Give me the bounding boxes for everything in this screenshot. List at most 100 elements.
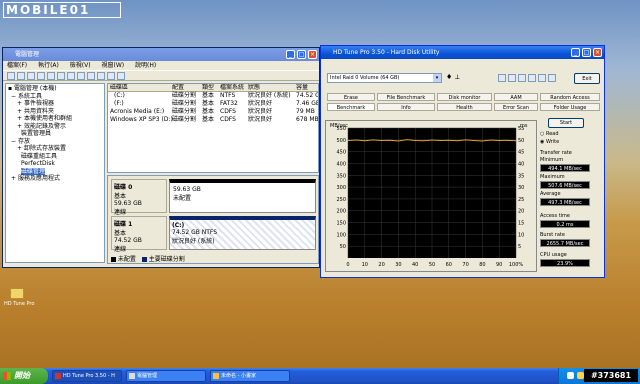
- chart-point: [498, 140, 500, 141]
- title-bar[interactable]: 電腦管理 _ □ ×: [3, 48, 319, 61]
- taskbar: 開始 HD Tune Pro 3.50 - H 電腦管理 未命名 - 小畫家: [0, 368, 640, 384]
- chart-y-tick-label: 450: [336, 150, 346, 156]
- tray-icon[interactable]: [577, 372, 584, 379]
- average-value: 497.3 MB/sec: [540, 198, 590, 206]
- disk1-primary-partition[interactable]: (C:) 74.52 GB NTFS 狀況良好 (系統): [169, 216, 316, 250]
- task-computer-management[interactable]: 電腦管理: [126, 370, 206, 382]
- tree-item[interactable]: + 卸除式存放裝置: [8, 145, 102, 153]
- start-menu-button[interactable]: 開始: [0, 368, 48, 384]
- tab-health[interactable]: Health: [437, 103, 492, 111]
- menu-action[interactable]: 執行(A): [38, 62, 59, 69]
- tab-folder-usage[interactable]: Folder Usage: [540, 103, 600, 111]
- disk0-unallocated-partition[interactable]: 59.63 GB 未配置: [169, 179, 316, 213]
- tree-item[interactable]: + 共用資料夾: [8, 108, 102, 116]
- transfer-rate-label: Transfer rate: [540, 150, 572, 156]
- table-row[interactable]: (C:)磁碟分割基本NTFS狀況良好 (系統)74.52 GB: [108, 92, 318, 100]
- tab-random-access[interactable]: Random Access: [540, 93, 600, 101]
- menu-file[interactable]: 檔案(F): [7, 62, 27, 69]
- minimize-button[interactable]: _: [571, 48, 580, 57]
- check-icon[interactable]: [87, 72, 95, 80]
- tree-item[interactable]: 裝置管理員: [8, 130, 102, 138]
- maximize-button[interactable]: □: [582, 48, 591, 57]
- tab-aam[interactable]: AAM: [494, 93, 538, 101]
- col-layout[interactable]: 配置: [172, 84, 184, 92]
- chart-y-tick-label: 50: [340, 244, 346, 250]
- tab-info[interactable]: Info: [377, 103, 435, 111]
- menu-window[interactable]: 視窗(W): [102, 62, 125, 69]
- tree-item[interactable]: + 本機使用者和群組: [8, 115, 102, 123]
- col-volume[interactable]: 磁碟區: [110, 84, 128, 92]
- disk-icon[interactable]: [107, 72, 115, 80]
- refresh-icon[interactable]: [67, 72, 75, 80]
- tree-item[interactable]: ▪ 電腦管理 (本機): [8, 85, 102, 93]
- tab-disk-monitor[interactable]: Disk monitor: [437, 93, 492, 101]
- back-icon[interactable]: [7, 72, 15, 80]
- chart-point: [456, 140, 458, 142]
- write-radio[interactable]: ◉ Write: [540, 139, 559, 145]
- chart-point: [398, 140, 399, 142]
- drive-select[interactable]: Intel Raid 0 Volume (64 GB) ▾: [327, 73, 442, 83]
- tree-item[interactable]: + 服務及應用程式: [8, 175, 102, 183]
- col-type[interactable]: 類型: [202, 84, 214, 92]
- tree-item-selected[interactable]: 磁碟管理: [8, 167, 102, 176]
- disk1-row[interactable]: 磁碟 1 基本 74.52 GB 連線 (C:) 74.52 GB NTFS 狀…: [111, 216, 316, 253]
- read-radio[interactable]: ○ Read: [540, 131, 559, 137]
- disk0-name: 磁碟 0: [114, 184, 133, 191]
- info-icon[interactable]: [538, 74, 546, 82]
- chart-x-tick-label: 30: [395, 262, 401, 268]
- chart-point: [347, 140, 349, 141]
- disk0-row[interactable]: 磁碟 0 基本 59.63 GB 連線 59.63 GB 未配置: [111, 179, 316, 216]
- help-icon[interactable]: [57, 72, 65, 80]
- menu-view[interactable]: 檢視(V): [70, 62, 91, 69]
- tab-error-scan[interactable]: Error Scan: [494, 103, 538, 111]
- col-capacity[interactable]: 容量: [296, 84, 308, 92]
- health-icon[interactable]: ♦: [446, 73, 452, 81]
- tab-benchmark[interactable]: Benchmark: [327, 103, 375, 111]
- table-row[interactable]: Windows XP SP3 (D:) 磁碟分割 基本 CDFS 狀況良好 678 MB: [108, 116, 318, 124]
- tree-item[interactable]: − 存放: [8, 138, 102, 146]
- chevron-down-icon[interactable]: ▾: [433, 74, 441, 82]
- show-tree-icon[interactable]: [37, 72, 45, 80]
- desktop-icon-hdtune[interactable]: HD Tune Pro: [4, 288, 34, 307]
- minimize-button[interactable]: _: [286, 50, 295, 59]
- table-row[interactable]: Acronis Media (E:) 磁碟分割 基本 CDFS 狀況良好 79 MB: [108, 108, 318, 116]
- tree-item[interactable]: + 事件檢視器: [8, 100, 102, 108]
- delete-icon[interactable]: [77, 72, 85, 80]
- tree-item[interactable]: 磁碟重組工具: [8, 153, 102, 161]
- menu-help[interactable]: 說明(H): [135, 62, 156, 69]
- start-button[interactable]: Start: [548, 118, 584, 128]
- task-paint[interactable]: 未命名 - 小畫家: [210, 370, 290, 382]
- chart-point: [431, 139, 433, 141]
- col-filesystem[interactable]: 檔案系統: [220, 84, 244, 92]
- task-hdtune[interactable]: HD Tune Pro 3.50 - H: [52, 370, 122, 382]
- folder-icon[interactable]: [97, 72, 105, 80]
- tray-icon[interactable]: [567, 372, 574, 379]
- copy-icon[interactable]: [498, 74, 506, 82]
- options-icon[interactable]: [518, 74, 526, 82]
- close-button[interactable]: ×: [593, 48, 602, 57]
- up-icon[interactable]: [27, 72, 35, 80]
- chart-point: [473, 140, 475, 141]
- close-button[interactable]: ×: [308, 50, 317, 59]
- temperature-icon[interactable]: ⟂: [455, 73, 460, 82]
- help-icon[interactable]: [548, 74, 556, 82]
- maximize-button[interactable]: □: [297, 50, 306, 59]
- exit-button[interactable]: Exit: [574, 73, 600, 84]
- save-icon[interactable]: [508, 74, 516, 82]
- screenshot-icon[interactable]: [528, 74, 536, 82]
- tree-item[interactable]: + 效能記錄及警示: [8, 123, 102, 131]
- mobile01-logo: MOBILE01: [3, 2, 121, 18]
- forward-icon[interactable]: [17, 72, 25, 80]
- chart-y-tick-label: 200: [336, 209, 346, 215]
- chart-y2-ticks: 555045403530252015105: [518, 126, 524, 250]
- col-status[interactable]: 狀態: [248, 84, 260, 92]
- chart-y2-tick-label: 10: [518, 232, 524, 238]
- tree-item[interactable]: PerfectDisk: [8, 160, 102, 168]
- properties-icon[interactable]: [47, 72, 55, 80]
- tab-file-benchmark[interactable]: File Benchmark: [377, 93, 435, 101]
- table-row[interactable]: (F:) 磁碟分割 基本 FAT32 狀況良好 7.46 GB: [108, 100, 318, 108]
- tree-item[interactable]: − 系統工具: [8, 93, 102, 101]
- title-bar[interactable]: HD Tune Pro 3.50 - Hard Disk Utility _ □…: [321, 46, 604, 59]
- tab-erase[interactable]: Erase: [327, 93, 375, 101]
- export-icon[interactable]: [117, 72, 125, 80]
